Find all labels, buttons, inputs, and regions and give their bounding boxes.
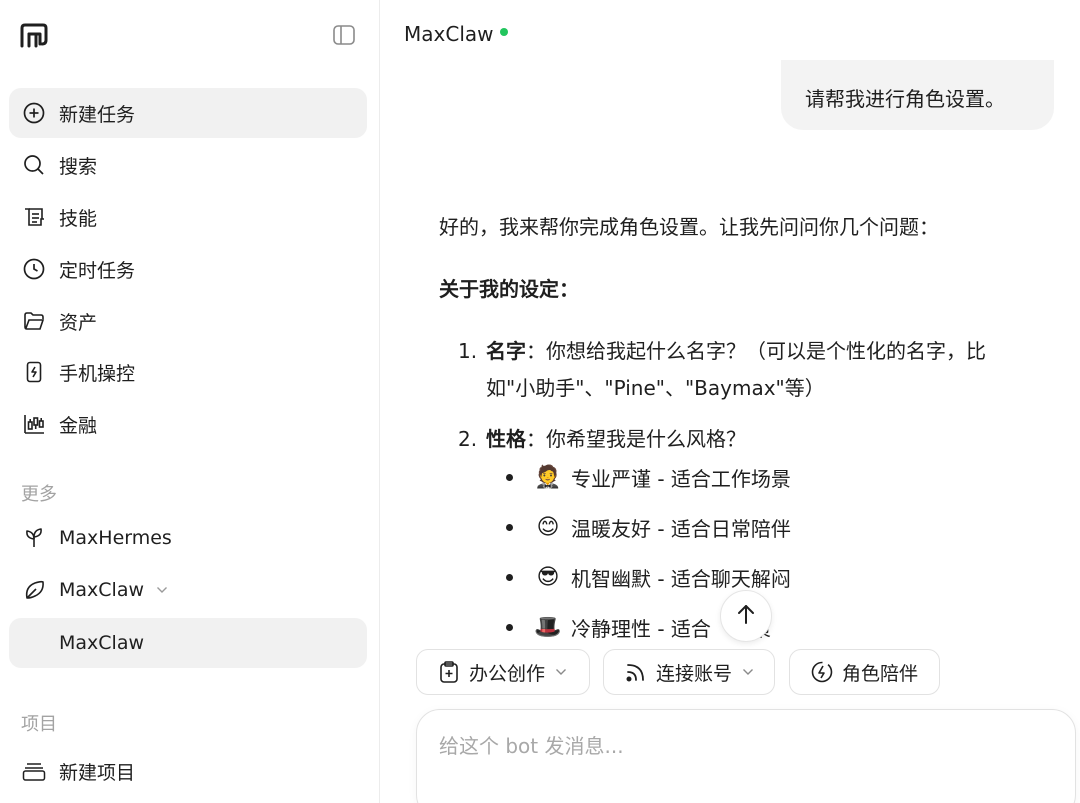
bullet-dot xyxy=(506,473,513,481)
bullet-dot xyxy=(506,623,513,631)
question-key: 性格 xyxy=(486,427,526,451)
quick-action-role-companion[interactable]: 角色陪伴 xyxy=(789,649,940,695)
app-window: 新建任务 搜索 技能 定时任务 资产 手机操控 金融 更多 MaxHermes … xyxy=(0,0,1080,803)
sidebar-item-label: 金融 xyxy=(59,414,98,437)
style-option-text: 专业严谨 - 适合工作场景 xyxy=(571,466,791,491)
top-hat-icon: 🎩 xyxy=(534,614,562,640)
scroll-to-top-button[interactable] xyxy=(720,590,772,642)
section-label-projects: 项目 xyxy=(21,714,57,735)
list-number: 2. xyxy=(458,427,478,451)
chevron-down-icon[interactable] xyxy=(156,586,168,594)
stack-icon xyxy=(21,758,47,784)
sunglasses-face-icon: 😎 xyxy=(536,564,560,590)
sidebar-item-maxclaw[interactable]: MaxClaw xyxy=(9,618,367,668)
rss-icon xyxy=(624,660,648,684)
quick-action-office[interactable]: 办公创作 xyxy=(416,649,590,695)
bolt-icon xyxy=(810,660,834,684)
sidebar-item-label: 资产 xyxy=(59,311,98,334)
sidebar-item-scheduled-tasks[interactable]: 定时任务 xyxy=(9,244,367,294)
list-number: 1. xyxy=(458,339,478,363)
sidebar-item-label: 技能 xyxy=(59,207,98,230)
app-logo-icon[interactable] xyxy=(18,22,50,50)
message-composer[interactable] xyxy=(416,709,1076,803)
quick-action-label: 角色陪伴 xyxy=(842,662,919,685)
assistant-section-title: 关于我的设定： xyxy=(439,271,1059,307)
scroll-icon xyxy=(21,204,47,230)
question-item-name: 1. 名字：你想给我起什么名字？（可以是个性化的名字，比 如"小助手"、"Pin… xyxy=(458,333,1058,407)
sidebar-item-label: MaxClaw xyxy=(59,579,145,601)
bullet-dot xyxy=(506,573,513,581)
folder-icon xyxy=(21,308,47,334)
smiling-face-icon: 😊 xyxy=(536,514,560,540)
arrow-up-icon xyxy=(736,603,756,629)
quick-action-label: 办公创作 xyxy=(469,662,546,685)
candlestick-icon xyxy=(21,411,47,437)
person-in-tuxedo-icon: 🤵 xyxy=(534,464,562,490)
user-message-bubble: 请帮我进行角色设置。 xyxy=(781,60,1054,130)
style-option-text: 机智幽默 - 适合聊天解闷 xyxy=(571,566,791,591)
sidebar-item-label: MaxClaw xyxy=(59,632,145,654)
quick-action-label: 连接账号 xyxy=(656,662,733,685)
section-title-text: 关于我的设定： xyxy=(439,277,579,301)
chevron-down-icon xyxy=(742,668,754,676)
sidebar-item-skills[interactable]: 技能 xyxy=(9,192,367,242)
sidebar-item-maxclaw-group[interactable]: MaxClaw xyxy=(9,565,367,615)
sidebar-item-label: 手机操控 xyxy=(59,362,136,385)
sidebar-toggle-icon[interactable] xyxy=(332,24,356,46)
plus-circle-icon xyxy=(21,100,47,126)
leaf-icon xyxy=(21,577,47,603)
list-item: 😊 温暖友好 - 适合日常陪伴 xyxy=(506,509,791,545)
section-label-more: 更多 xyxy=(21,484,57,505)
sidebar-item-label: MaxHermes xyxy=(59,527,172,549)
message-input[interactable] xyxy=(439,734,1039,758)
sidebar-item-label: 新建任务 xyxy=(59,103,136,126)
sidebar-item-search[interactable]: 搜索 xyxy=(9,140,367,190)
clock-icon xyxy=(21,256,47,282)
list-item: 🤵 专业严谨 - 适合工作场景 xyxy=(506,459,791,495)
sidebar-item-label: 搜索 xyxy=(59,155,98,178)
sidebar-item-new-task[interactable]: 新建任务 xyxy=(9,88,367,138)
sidebar-item-label: 新建项目 xyxy=(59,761,136,784)
sidebar-item-label: 定时任务 xyxy=(59,259,136,282)
sidebar-item-finance[interactable]: 金融 xyxy=(9,399,367,449)
online-status-indicator xyxy=(500,28,509,36)
assistant-intro-text: 好的，我来帮你完成角色设置。让我先问问你几个问题： xyxy=(439,215,939,239)
bullet-dot xyxy=(506,523,513,531)
chat-panel: MaxClaw 请帮我进行角色设置。 好的，我来帮你完成角色设置。让我先问问你几… xyxy=(380,0,1080,803)
sidebar-item-new-project[interactable]: 新建项目 xyxy=(9,746,367,796)
question-item-personality: 2. 性格：你希望我是什么风格？ xyxy=(458,421,1058,458)
chat-header: MaxClaw xyxy=(404,22,509,46)
sidebar-item-assets[interactable]: 资产 xyxy=(9,296,367,346)
chat-title: MaxClaw xyxy=(404,22,494,46)
style-option-text: 温暖友好 - 适合日常陪伴 xyxy=(571,516,791,541)
search-icon xyxy=(21,152,47,178)
question-text: ：你想给我起什么名字？（可以是个性化的名字，比 xyxy=(526,339,986,363)
chevron-down-icon xyxy=(555,668,567,676)
question-key: 名字 xyxy=(486,339,526,363)
question-text: ：你希望我是什么风格？ xyxy=(526,427,746,451)
sidebar-item-maxhermes[interactable]: MaxHermes xyxy=(9,513,367,563)
quick-action-connect-account[interactable]: 连接账号 xyxy=(603,649,775,695)
office-icon xyxy=(437,660,461,684)
sidebar-item-phone-control[interactable]: 手机操控 xyxy=(9,347,367,397)
sidebar: 新建任务 搜索 技能 定时任务 资产 手机操控 金融 更多 MaxHermes … xyxy=(0,0,380,803)
phone-icon xyxy=(21,359,47,385)
sprout-icon xyxy=(21,525,47,551)
question-text-cont: 如"小助手"、"Pine"、"Baymax"等） xyxy=(486,376,825,400)
